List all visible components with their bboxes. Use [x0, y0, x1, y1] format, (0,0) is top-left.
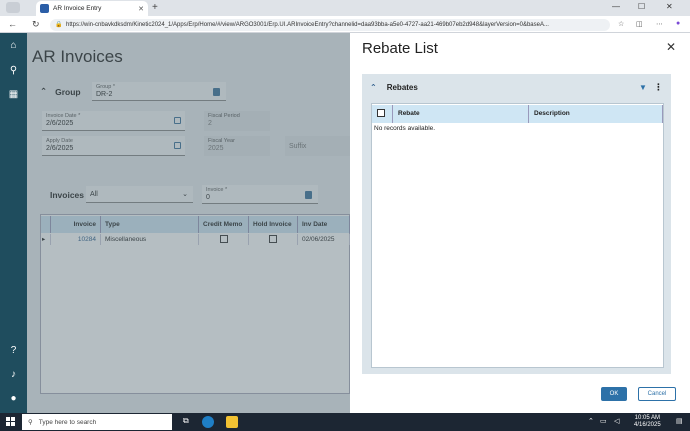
lock-icon: 🔒 — [55, 22, 63, 28]
maximize-icon[interactable]: ☐ — [638, 2, 645, 11]
rebates-header: ⌃ Rebates ▼ ⋮ — [362, 76, 671, 98]
new-tab-icon[interactable]: + — [152, 2, 158, 13]
search-icon: ⚲ — [28, 419, 33, 426]
notifications-icon[interactable]: ▤ — [676, 417, 683, 425]
extensions-icon[interactable]: ◫ — [636, 20, 643, 28]
app-favicon-icon — [40, 4, 49, 13]
home-icon[interactable]: ⌂ — [8, 40, 19, 51]
empty-message: No records available. — [374, 125, 436, 132]
refresh-icon[interactable]: ↻ — [32, 19, 40, 30]
collapse-chevron-icon[interactable]: ⌃ — [370, 83, 377, 92]
taskbar-search-placeholder: Type here to search — [38, 418, 97, 426]
tab-close-icon[interactable]: ✕ — [138, 5, 144, 13]
help-icon[interactable]: ? — [8, 345, 19, 356]
rebate-list-title: Rebate List — [362, 40, 438, 57]
modal-overlay[interactable] — [27, 33, 350, 413]
apps-grid-icon[interactable]: ▦ — [8, 89, 19, 100]
tab-actions-icon[interactable] — [6, 2, 20, 13]
network-icon[interactable]: ▭ — [600, 417, 607, 425]
back-icon[interactable]: ← — [8, 19, 17, 29]
favorite-icon[interactable]: ☆ — [618, 20, 624, 28]
rebates-title: Rebates — [386, 82, 418, 92]
menu-icon[interactable]: ⋯ — [656, 20, 663, 28]
close-icon[interactable]: ✕ — [666, 40, 676, 54]
cancel-button[interactable]: Cancel — [638, 387, 676, 401]
filter-icon[interactable]: ▼ — [639, 83, 647, 92]
windows-start-icon[interactable] — [6, 417, 16, 427]
search-icon[interactable]: ⚲ — [8, 65, 19, 76]
user-icon[interactable]: ● — [8, 393, 19, 404]
window-close-icon[interactable]: ✕ — [666, 2, 673, 11]
taskbar-search[interactable]: ⚲ Type here to search — [22, 414, 172, 430]
taskbar-clock[interactable]: 10:05 AM 4/16/2025 — [634, 415, 661, 429]
minimize-icon[interactable]: — — [612, 2, 620, 11]
notifications-icon[interactable]: ♪ — [8, 369, 19, 380]
taskbar: ⚲ Type here to search ⧉ ⌃ ▭ ◁ 10:05 AM 4… — [0, 413, 690, 431]
url-text: https://win-cnbavkdksdm/Kinetic2024_1/Ap… — [66, 22, 549, 28]
clock-date: 4/16/2025 — [634, 422, 661, 428]
select-all-checkbox[interactable] — [377, 109, 385, 118]
more-options-icon[interactable]: ⋮ — [654, 82, 663, 93]
rebates-col-description[interactable]: Description — [529, 105, 663, 123]
app-rail: ⌂ ⚲ ▦ ? ♪ ● — [0, 33, 27, 413]
ok-button[interactable]: OK — [601, 387, 627, 401]
url-input[interactable]: 🔒 https://win-cnbavkdksdm/Kinetic2024_1/… — [50, 19, 610, 31]
copilot-icon[interactable]: ● — [676, 20, 680, 27]
browser-tab[interactable]: AR Invoice Entry ✕ — [36, 1, 148, 16]
tab-title: AR Invoice Entry — [53, 5, 102, 12]
tray-chevron-icon[interactable]: ⌃ — [588, 417, 594, 425]
task-view-icon[interactable]: ⧉ — [183, 416, 195, 428]
browser-tab-bar: AR Invoice Entry ✕ + — ☐ ✕ — [0, 0, 690, 16]
volume-icon[interactable]: ◁ — [614, 417, 619, 425]
rebates-col-rebate[interactable]: Rebate — [393, 105, 529, 123]
address-bar: ← ↻ 🔒 https://win-cnbavkdksdm/Kinetic202… — [0, 16, 690, 33]
file-explorer-icon[interactable] — [226, 416, 238, 428]
rebates-grid — [371, 103, 664, 368]
clock-time: 10:05 AM — [634, 415, 661, 421]
edge-icon[interactable] — [202, 416, 214, 428]
select-all-cell — [372, 105, 393, 123]
